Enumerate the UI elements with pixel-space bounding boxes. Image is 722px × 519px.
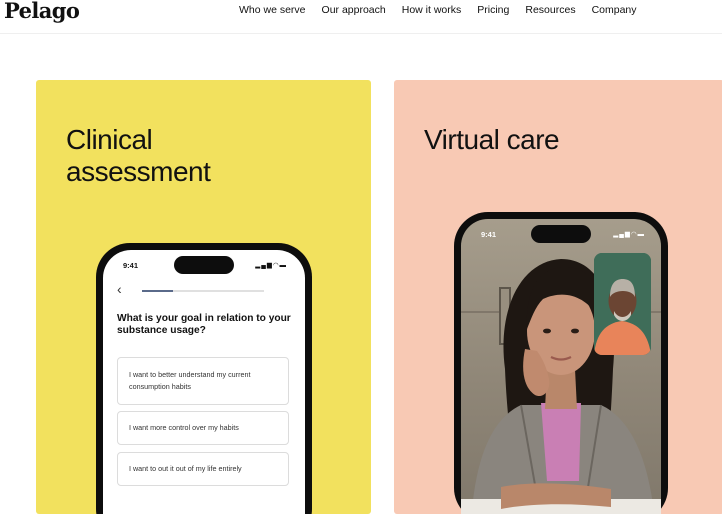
main-nav: Who we serve Our approach How it works P… bbox=[239, 4, 653, 16]
answer-option-label: I want to out it out of my life entirely bbox=[129, 464, 242, 473]
nav-who-we-serve[interactable]: Who we serve bbox=[239, 4, 306, 16]
doctor-video-thumbnail[interactable] bbox=[594, 253, 651, 355]
virtual-card-title: Virtual care bbox=[424, 124, 560, 155]
site-header: Pelago Who we serve Our approach How it … bbox=[0, 0, 722, 34]
nav-company[interactable]: Company bbox=[592, 4, 637, 16]
virtual-care-card: Virtual care 9:41 ▂▄▆◠▬ bbox=[394, 80, 722, 514]
nav-resources[interactable]: Resources bbox=[525, 4, 575, 16]
progress-bar bbox=[142, 290, 264, 292]
answer-option[interactable]: I want to out it out of my life entirely bbox=[117, 452, 289, 486]
dynamic-island bbox=[531, 225, 591, 243]
dynamic-island bbox=[174, 256, 234, 274]
battery-icon: ▬ bbox=[637, 231, 645, 238]
pelago-logo[interactable]: Pelago bbox=[4, 0, 80, 23]
assessment-question: What is your goal in relation to your su… bbox=[117, 313, 291, 336]
clinical-phone-mockup: 9:41 ▂▄▆◠▬ ‹ What is your goal in relati… bbox=[96, 243, 312, 514]
wifi-icon: ◠ bbox=[630, 231, 638, 238]
clinical-card-title: Clinical assessment bbox=[66, 124, 211, 187]
wifi-icon: ◠ bbox=[272, 262, 280, 269]
chevron-left-icon[interactable]: ‹ bbox=[117, 281, 122, 297]
virtual-phone-mockup: 9:41 ▂▄▆◠▬ bbox=[454, 212, 668, 514]
answer-option[interactable]: I want to better understand my current c… bbox=[117, 357, 289, 405]
signal-icon: ▂▄▆ bbox=[613, 231, 631, 238]
battery-icon: ▬ bbox=[279, 262, 287, 269]
status-time: 9:41 bbox=[481, 230, 497, 239]
answer-option[interactable]: I want more control over my habits bbox=[117, 411, 289, 445]
status-icons: ▂▄▆◠▬ bbox=[613, 230, 645, 238]
video-call-screen: 9:41 ▂▄▆◠▬ bbox=[461, 219, 661, 514]
clinical-assessment-card: Clinical assessment 9:41 ▂▄▆◠▬ ‹ What is… bbox=[36, 80, 371, 514]
signal-icon: ▂▄▆ bbox=[255, 262, 273, 269]
clinical-phone-screen: 9:41 ▂▄▆◠▬ ‹ What is your goal in relati… bbox=[103, 250, 305, 514]
answer-option-label: I want to better understand my current c… bbox=[129, 370, 251, 391]
progress-bar-fill bbox=[142, 290, 173, 292]
nav-how-it-works[interactable]: How it works bbox=[402, 4, 462, 16]
status-time: 9:41 bbox=[123, 261, 139, 270]
doctor-video-feed bbox=[594, 253, 651, 355]
answer-option-label: I want more control over my habits bbox=[129, 423, 239, 432]
status-icons: ▂▄▆◠▬ bbox=[255, 261, 287, 269]
nav-our-approach[interactable]: Our approach bbox=[322, 4, 386, 16]
nav-pricing[interactable]: Pricing bbox=[477, 4, 509, 16]
